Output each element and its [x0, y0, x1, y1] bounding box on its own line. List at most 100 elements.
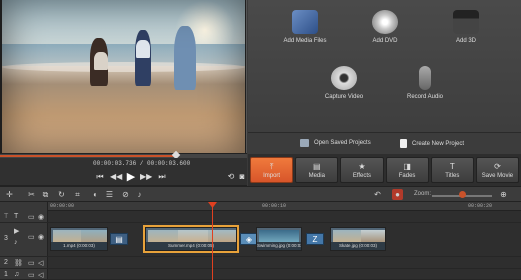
- open-saved-projects-button[interactable]: Open Saved Projects: [300, 139, 371, 147]
- audio-lane-2[interactable]: [48, 257, 521, 269]
- audio-track-icon: ♪: [14, 239, 18, 246]
- video-clip-selected[interactable]: Summer.mp4 (0:00:05): [143, 225, 239, 253]
- scrubber-progress: [0, 155, 177, 157]
- add-3d-button[interactable]: Add 3D: [431, 10, 501, 45]
- record-audio-button[interactable]: Record Audio: [390, 66, 460, 101]
- edit-toolbar: ✛ ✂ ⧉ ↻ ⌗ ◐ ☰ ⊘ ♪ ↶ ● Zoom: ⊕: [0, 186, 521, 202]
- ruler-label: 00:00:10: [262, 203, 287, 209]
- video-clip[interactable]: Swimming.jpg (0:00:03): [256, 227, 302, 251]
- tab-media[interactable]: ▤ Media: [295, 157, 339, 183]
- capture-video-label: Capture Video: [324, 94, 364, 100]
- zoom-slider-handle[interactable]: [459, 191, 466, 198]
- lock-icon[interactable]: ▭: [28, 213, 35, 221]
- link-icon[interactable]: ⛓: [14, 259, 23, 267]
- dvd-icon: [372, 10, 398, 34]
- video-track-icon: ▶: [14, 228, 20, 235]
- track-number-label: 3: [4, 235, 8, 242]
- document-icon: [400, 139, 407, 148]
- crop-icon[interactable]: ⌗: [72, 189, 83, 200]
- transport-bar: 00:00:03.736 / 00:00:03.600 ⏮ ◀◀ ▶ ▶▶ ⏭ …: [0, 158, 247, 186]
- cut-icon[interactable]: ✂: [26, 189, 37, 200]
- video-clip[interactable]: Skate.jpg (0:00:03): [330, 227, 386, 251]
- timeline: T T ▭ ◉ 3 ▶ ♪ ▭ ◉ 2 ⛓ ▭ ◁ 1 ♫ ▭ ◁ 00:00:…: [0, 202, 521, 280]
- record-voice-icon[interactable]: ●: [392, 189, 403, 200]
- star-icon: ★: [358, 162, 366, 171]
- eye-icon[interactable]: ◉: [38, 213, 44, 221]
- titles-lane[interactable]: [48, 211, 521, 223]
- audio-icon[interactable]: ♪: [134, 189, 145, 200]
- step-back-icon[interactable]: ◀◀: [110, 171, 122, 183]
- video-lane[interactable]: 1.mp4 (0:00:03) ▤ Summer.mp4 (0:00:05) ◈…: [48, 223, 521, 257]
- zoom-in-icon[interactable]: ⊕: [498, 189, 509, 200]
- capture-video-button[interactable]: Capture Video: [309, 66, 379, 101]
- titles-icon: T: [449, 162, 455, 171]
- fades-icon: ◨: [403, 162, 411, 171]
- music-icon[interactable]: ♫: [14, 271, 19, 278]
- track-header-audio-2: 2 ⛓ ▭ ◁: [0, 257, 48, 269]
- tab-effects-label: Effects: [352, 173, 372, 179]
- clapboard-icon: [453, 10, 479, 34]
- skip-back-icon[interactable]: ⏮: [94, 171, 106, 183]
- tab-fades-label: Fades: [398, 173, 416, 179]
- eye-icon[interactable]: ◉: [38, 233, 44, 241]
- tab-import[interactable]: ⤒ Import: [250, 157, 294, 183]
- add-dvd-button[interactable]: Add DVD: [350, 10, 420, 45]
- projects-bar: Open Saved Projects Create New Project: [248, 132, 521, 154]
- preview-pane: [0, 0, 247, 160]
- delete-icon[interactable]: ⊘: [120, 189, 131, 200]
- timecode: 00:00:03.736 / 00:00:03.600: [93, 160, 191, 167]
- track-header-audio-1: 1 ♫ ▭ ◁: [0, 269, 48, 280]
- clip-name: Swimming.jpg (0:00:03): [257, 242, 301, 250]
- track-header-titles: T T ▭ ◉: [0, 211, 48, 223]
- add-track-icon[interactable]: ✛: [4, 189, 15, 200]
- lock-icon[interactable]: ▭: [28, 259, 35, 267]
- film-icon: [292, 10, 318, 34]
- folder-icon: [300, 139, 309, 147]
- step-forward-icon[interactable]: ▶▶: [140, 171, 152, 183]
- color-adjust-icon[interactable]: ◐: [90, 189, 101, 200]
- playhead[interactable]: [212, 202, 213, 280]
- add-dvd-label: Add DVD: [372, 38, 398, 44]
- track-number-label: T: [4, 213, 9, 220]
- transition-icon[interactable]: ▤: [110, 233, 128, 245]
- add-panel: Add Media Files Add DVD Add 3D Capture V…: [248, 0, 521, 132]
- tab-bar: ⤒ Import ▤ Media ★ Effects ◨ Fades T Tit…: [248, 154, 521, 186]
- skip-forward-icon[interactable]: ⏭: [156, 171, 168, 183]
- speaker-icon[interactable]: ◁: [38, 271, 43, 279]
- add-3d-label: Add 3D: [455, 38, 476, 44]
- titles-track-icon: T: [14, 213, 19, 220]
- properties-icon[interactable]: ☰: [104, 189, 115, 200]
- media-icon: ▤: [312, 162, 321, 171]
- speaker-icon[interactable]: ◁: [38, 259, 43, 267]
- lock-icon[interactable]: ▭: [28, 233, 35, 241]
- preview-frame: [2, 0, 245, 153]
- rotate-icon[interactable]: ↻: [56, 189, 67, 200]
- timeline-ruler[interactable]: 00:00:00 00:00:10 00:00:20: [48, 202, 521, 211]
- lock-icon[interactable]: ▭: [28, 271, 35, 279]
- audio-lane-1[interactable]: [48, 269, 521, 280]
- open-saved-projects-label: Open Saved Projects: [314, 140, 371, 146]
- track-headers: T T ▭ ◉ 3 ▶ ♪ ▭ ◉ 2 ⛓ ▭ ◁ 1 ♫ ▭ ◁: [0, 202, 48, 280]
- tab-effects[interactable]: ★ Effects: [340, 157, 384, 183]
- tab-media-label: Media: [308, 173, 325, 179]
- webcam-icon: [331, 66, 357, 90]
- microphone-icon: [419, 66, 431, 90]
- tab-titles[interactable]: T Titles: [430, 157, 474, 183]
- add-media-files-button[interactable]: Add Media Files: [270, 10, 340, 45]
- split-icon[interactable]: ⧉: [40, 189, 51, 200]
- tab-fades[interactable]: ◨ Fades: [385, 157, 429, 183]
- tab-save-movie[interactable]: ⟳ Save Movie: [475, 157, 520, 183]
- track-number-label: 2: [4, 259, 8, 266]
- video-clip[interactable]: 1.mp4 (0:00:03): [50, 227, 108, 251]
- track-header-video: 3 ▶ ♪ ▭ ◉: [0, 223, 48, 257]
- clip-name: Skate.jpg (0:00:03): [331, 242, 385, 250]
- create-new-project-label: Create New Project: [412, 140, 465, 147]
- undo-icon[interactable]: ↶: [372, 189, 383, 200]
- play-icon[interactable]: ▶: [125, 171, 137, 183]
- clip-name: 1.mp4 (0:00:03): [51, 242, 107, 250]
- clip-name: Summer.mp4 (0:00:05): [146, 242, 236, 250]
- transition-icon[interactable]: Z: [306, 233, 324, 245]
- camera-snapshot-icon[interactable]: ◙: [236, 171, 248, 183]
- create-new-project-button[interactable]: Create New Project: [400, 139, 464, 148]
- add-media-files-label: Add Media Files: [283, 38, 327, 44]
